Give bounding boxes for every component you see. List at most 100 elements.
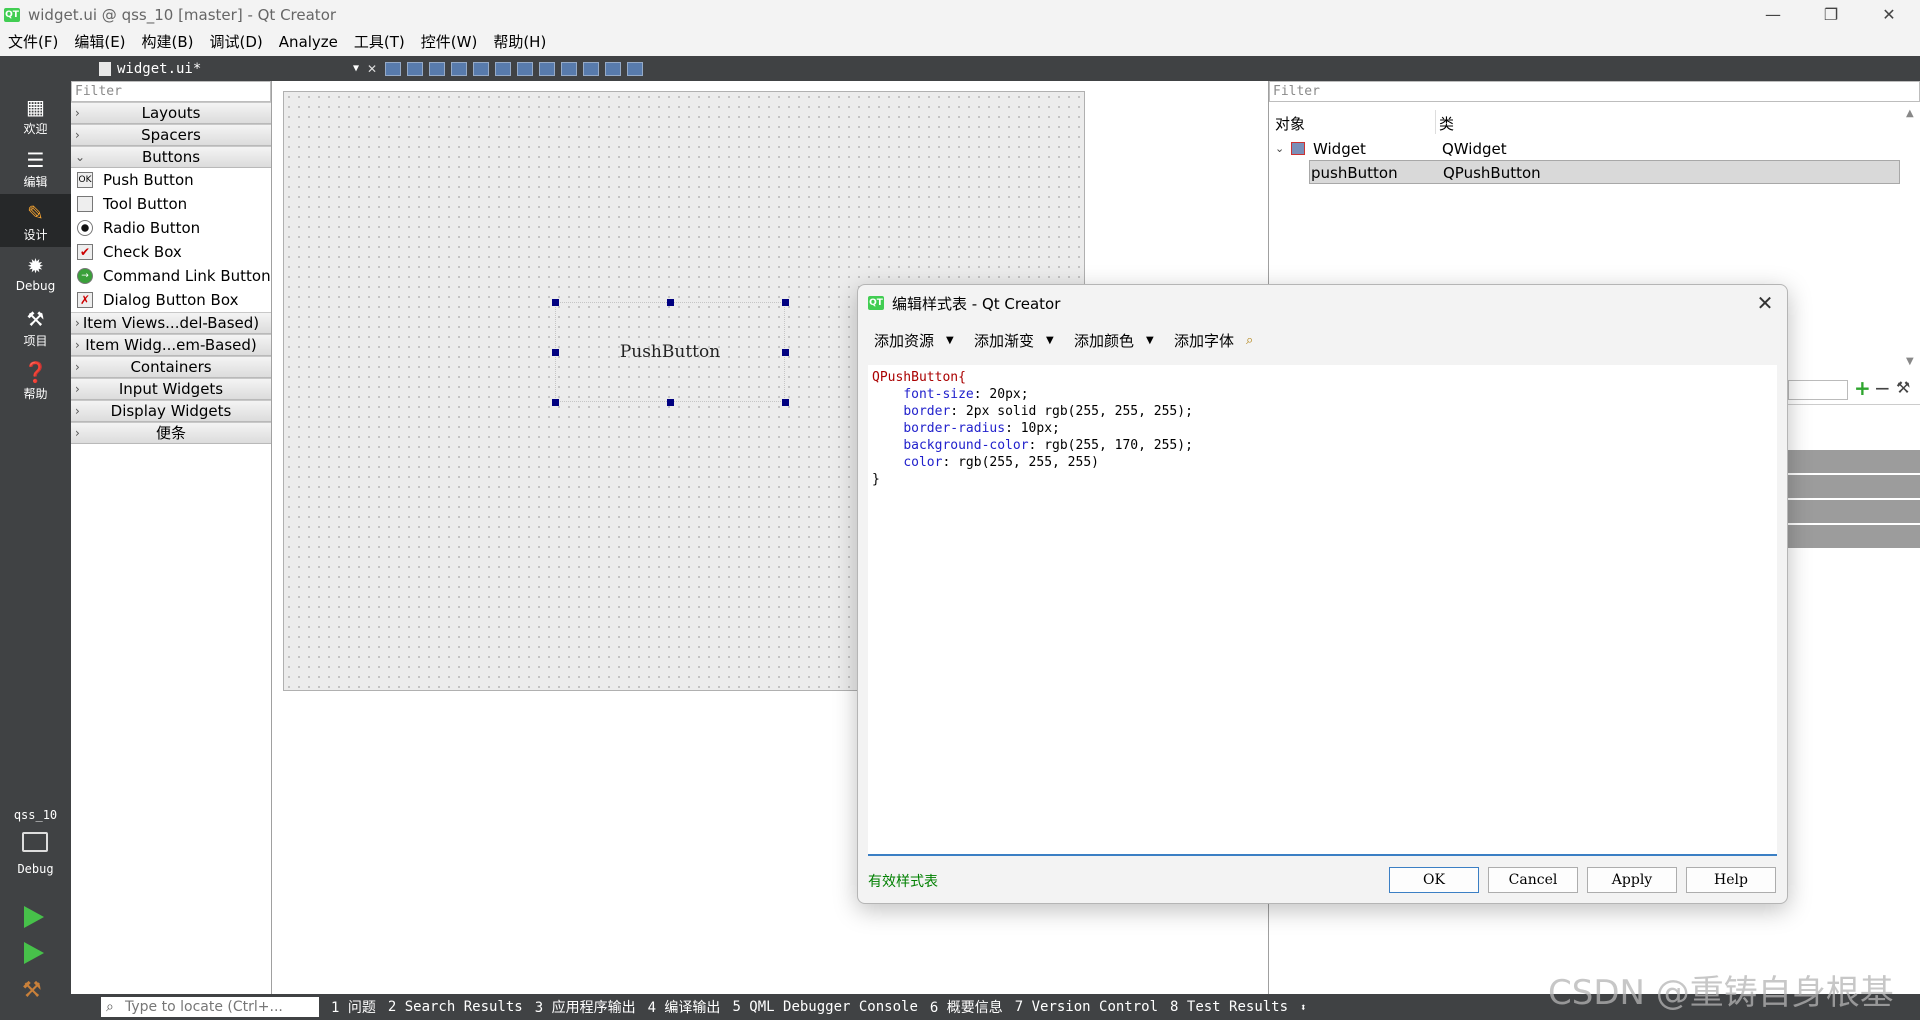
category-item-widgets[interactable]: › Item Widg...em-Based): [71, 334, 271, 356]
resize-handle[interactable]: [782, 299, 789, 306]
pane-application-output[interactable]: 3 应用程序输出: [535, 997, 636, 1017]
ok-button[interactable]: OK: [1389, 867, 1479, 893]
category-item-views[interactable]: › Item Views...del-Based): [71, 312, 271, 334]
layout-v-splitter-icon[interactable]: [539, 61, 556, 76]
category-buttons[interactable]: ⌄ Buttons: [71, 146, 271, 168]
form-push-button[interactable]: PushButton: [552, 299, 789, 406]
widget-push-button[interactable]: OK Push Button: [71, 168, 271, 192]
layout-grid-icon[interactable]: [583, 61, 600, 76]
scroll-up-icon[interactable]: ▲: [1906, 108, 1914, 119]
remove-property-icon[interactable]: −: [1874, 376, 1891, 400]
resize-handle[interactable]: [782, 399, 789, 406]
chevron-down-icon[interactable]: ▼: [946, 335, 954, 346]
object-row-widget[interactable]: ⌄ Widget QWidget: [1271, 137, 1901, 161]
resize-handle[interactable]: [552, 349, 559, 356]
menu-tools[interactable]: 工具(T): [346, 29, 413, 56]
category-containers[interactable]: › Containers: [71, 356, 271, 378]
edit-buddies-icon[interactable]: [429, 61, 446, 76]
object-row-pushbutton[interactable]: pushButton QPushButton: [1309, 160, 1900, 184]
category-layouts[interactable]: › Layouts: [71, 102, 271, 124]
column-class[interactable]: 类: [1439, 113, 1454, 134]
mode-design[interactable]: ✎ 设计: [0, 194, 71, 247]
pane-search-results[interactable]: 2 Search Results: [388, 999, 523, 1015]
add-resource-button[interactable]: 添加资源 ▼: [868, 330, 968, 351]
mode-welcome[interactable]: ▦ 欢迎: [0, 88, 71, 141]
menu-analyze[interactable]: Analyze: [271, 29, 346, 56]
scroll-down-icon[interactable]: ▼: [1906, 356, 1914, 367]
stylesheet-code-editor[interactable]: QPushButton{ font-size: 20px; border: 2p…: [868, 365, 1777, 856]
adjust-size-icon[interactable]: [627, 61, 644, 76]
chevron-down-icon[interactable]: ▼: [1046, 335, 1054, 346]
pane-issues[interactable]: 1 问题: [331, 997, 376, 1017]
property-group-row[interactable]: [1788, 500, 1920, 523]
resize-handle[interactable]: [667, 299, 674, 306]
run-icon[interactable]: [24, 906, 44, 928]
minimize-icon[interactable]: —: [1744, 0, 1802, 29]
resize-handle[interactable]: [667, 399, 674, 406]
property-group-row[interactable]: [1788, 475, 1920, 498]
restore-icon[interactable]: ❐: [1802, 0, 1860, 29]
add-color-button[interactable]: 添加颜色 ▼: [1068, 330, 1168, 351]
debug-run-icon[interactable]: [24, 942, 44, 964]
edit-widgets-icon[interactable]: [385, 61, 402, 76]
pane-more-icon[interactable]: ⬍: [1300, 1001, 1307, 1014]
category-input-widgets[interactable]: › Input Widgets: [71, 378, 271, 400]
add-font-button[interactable]: 添加字体: [1168, 330, 1240, 351]
widget-radio-button[interactable]: Radio Button: [71, 216, 271, 240]
find-font-icon[interactable]: ⌕: [1240, 333, 1259, 348]
menu-widgets[interactable]: 控件(W): [413, 29, 486, 56]
cancel-button[interactable]: Cancel: [1488, 867, 1578, 893]
property-group-row[interactable]: [1788, 450, 1920, 473]
object-inspector-scrollbar[interactable]: ▲ ▼: [1902, 108, 1920, 370]
widget-check-box[interactable]: ✔ Check Box: [71, 240, 271, 264]
locator-input[interactable]: ⌕ Type to locate (Ctrl+...: [101, 997, 319, 1017]
add-gradient-button[interactable]: 添加渐变 ▼: [968, 330, 1068, 351]
chevron-down-icon[interactable]: ⌄: [1275, 137, 1284, 161]
widget-filter-input[interactable]: Filter: [71, 81, 271, 102]
pane-compile-output[interactable]: 4 编译输出: [648, 997, 721, 1017]
chevron-down-icon[interactable]: ▼: [1146, 335, 1154, 346]
apply-button[interactable]: Apply: [1587, 867, 1677, 893]
menu-file[interactable]: 文件(F): [0, 29, 66, 56]
edit-tab-order-icon[interactable]: [451, 61, 468, 76]
mode-edit[interactable]: ☰ 编辑: [0, 141, 71, 194]
mode-debug[interactable]: ✹ Debug: [0, 247, 71, 300]
close-icon[interactable]: ✕: [1860, 0, 1918, 29]
resize-handle[interactable]: [552, 399, 559, 406]
build-hammer-icon[interactable]: ⚒: [22, 978, 42, 1003]
menu-debug[interactable]: 调试(D): [202, 29, 271, 56]
configure-icon[interactable]: ⚒: [1896, 378, 1910, 397]
mode-projects[interactable]: ⚒ 项目: [0, 300, 71, 353]
add-property-icon[interactable]: +: [1854, 376, 1871, 400]
layout-h-splitter-icon[interactable]: [517, 61, 534, 76]
category-notes[interactable]: › 便条: [71, 422, 271, 444]
resize-handle[interactable]: [552, 299, 559, 306]
break-layout-icon[interactable]: [605, 61, 622, 76]
column-object[interactable]: 对象: [1275, 113, 1305, 134]
property-filter-input[interactable]: [1788, 380, 1848, 400]
property-group-row[interactable]: [1788, 525, 1920, 548]
pane-test-results[interactable]: 8 Test Results: [1170, 999, 1288, 1015]
widget-dialog-button-box[interactable]: ✗ Dialog Button Box: [71, 288, 271, 312]
edit-signals-icon[interactable]: [407, 61, 424, 76]
layout-vertical-icon[interactable]: [495, 61, 512, 76]
menu-help[interactable]: 帮助(H): [485, 29, 554, 56]
category-spacers[interactable]: › Spacers: [71, 124, 271, 146]
monitor-icon[interactable]: [22, 832, 48, 852]
pane-version-control[interactable]: 7 Version Control: [1015, 999, 1158, 1015]
dialog-close-icon[interactable]: ✕: [1753, 291, 1777, 315]
menu-build[interactable]: 构建(B): [134, 29, 202, 56]
pane-qml-debugger-console[interactable]: 5 QML Debugger Console: [732, 999, 917, 1015]
help-button[interactable]: Help: [1686, 867, 1776, 893]
widget-tool-button[interactable]: Tool Button: [71, 192, 271, 216]
layout-form-icon[interactable]: [561, 61, 578, 76]
category-display-widgets[interactable]: › Display Widgets: [71, 400, 271, 422]
object-filter-input[interactable]: Filter: [1269, 81, 1920, 102]
menu-edit[interactable]: 编辑(E): [66, 29, 133, 56]
mode-help[interactable]: ❓ 帮助: [0, 353, 71, 406]
close-document-icon[interactable]: ✕: [367, 62, 377, 76]
document-tab[interactable]: widget.ui* ▼: [99, 61, 359, 77]
chevron-down-icon[interactable]: ▼: [353, 63, 359, 74]
pane-general-messages[interactable]: 6 概要信息: [930, 997, 1003, 1017]
resize-handle[interactable]: [782, 349, 789, 356]
